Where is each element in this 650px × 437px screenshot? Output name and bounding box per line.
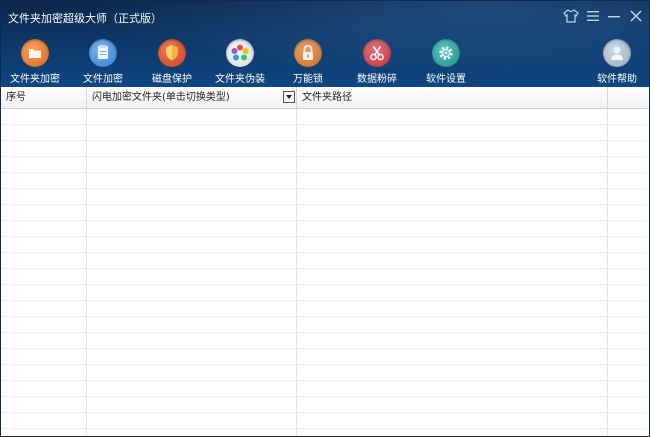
table-body xyxy=(1,109,649,436)
toolbar-label: 软件帮助 xyxy=(597,74,637,85)
type-toggle-dropdown-icon[interactable] xyxy=(283,91,295,103)
toolbar-settings-button[interactable]: 软件设置 xyxy=(414,37,478,85)
folder-encrypt-icon xyxy=(21,39,49,67)
skin-icon[interactable] xyxy=(561,6,581,26)
disguise-icon xyxy=(226,39,254,67)
column-divider xyxy=(86,109,87,436)
app-window: 文件夹加密超级大师（正式版） 文件夹加密 文件加密 磁盘保护 文件夹伪装 万能锁… xyxy=(0,0,650,437)
column-header-encrypted-folder[interactable]: 闪电加密文件夹(单击切换类型) xyxy=(87,87,297,108)
shred-icon xyxy=(363,39,391,67)
menu-icon[interactable] xyxy=(583,6,603,26)
toolbar-folder-disguise-button[interactable]: 文件夹伪装 xyxy=(208,37,272,85)
toolbar-label: 文件夹伪装 xyxy=(215,74,265,85)
help-icon xyxy=(603,39,631,67)
title-bar: 文件夹加密超级大师（正式版） 文件夹加密 文件加密 磁盘保护 文件夹伪装 万能锁… xyxy=(1,1,649,87)
toolbar-label: 磁盘保护 xyxy=(152,74,192,85)
gear-icon xyxy=(432,39,460,67)
column-divider xyxy=(607,109,608,436)
toolbar-file-encrypt-button[interactable]: 文件加密 xyxy=(71,37,135,85)
toolbar-data-shred-button[interactable]: 数据粉碎 xyxy=(345,37,409,85)
toolbar-folder-encrypt-button[interactable]: 文件夹加密 xyxy=(3,37,67,85)
column-header-folder-path[interactable]: 文件夹路径 xyxy=(297,87,608,108)
table-header: 序号 闪电加密文件夹(单击切换类型) 文件夹路径 xyxy=(1,87,649,109)
toolbar-universal-lock-button[interactable]: 万能锁 xyxy=(276,37,340,85)
lock-icon xyxy=(294,39,322,67)
minimize-icon[interactable] xyxy=(604,6,624,26)
column-header-index[interactable]: 序号 xyxy=(1,87,87,108)
file-encrypt-icon xyxy=(89,39,117,67)
column-header-extra xyxy=(608,87,649,108)
toolbar-disk-protect-button[interactable]: 磁盘保护 xyxy=(140,37,204,85)
shield-icon xyxy=(158,39,186,67)
toolbar-label: 软件设置 xyxy=(426,74,466,85)
toolbar-help-button[interactable]: 软件帮助 xyxy=(585,37,649,85)
toolbar-label: 文件加密 xyxy=(83,74,123,85)
folder-list-table: 序号 闪电加密文件夹(单击切换类型) 文件夹路径 xyxy=(1,87,649,436)
toolbar-label: 数据粉碎 xyxy=(357,74,397,85)
toolbar-label: 万能锁 xyxy=(293,74,323,85)
toolbar-label: 文件夹加密 xyxy=(10,74,60,85)
column-divider xyxy=(296,109,297,436)
window-title: 文件夹加密超级大师（正式版） xyxy=(8,12,162,25)
close-icon[interactable] xyxy=(626,6,646,26)
